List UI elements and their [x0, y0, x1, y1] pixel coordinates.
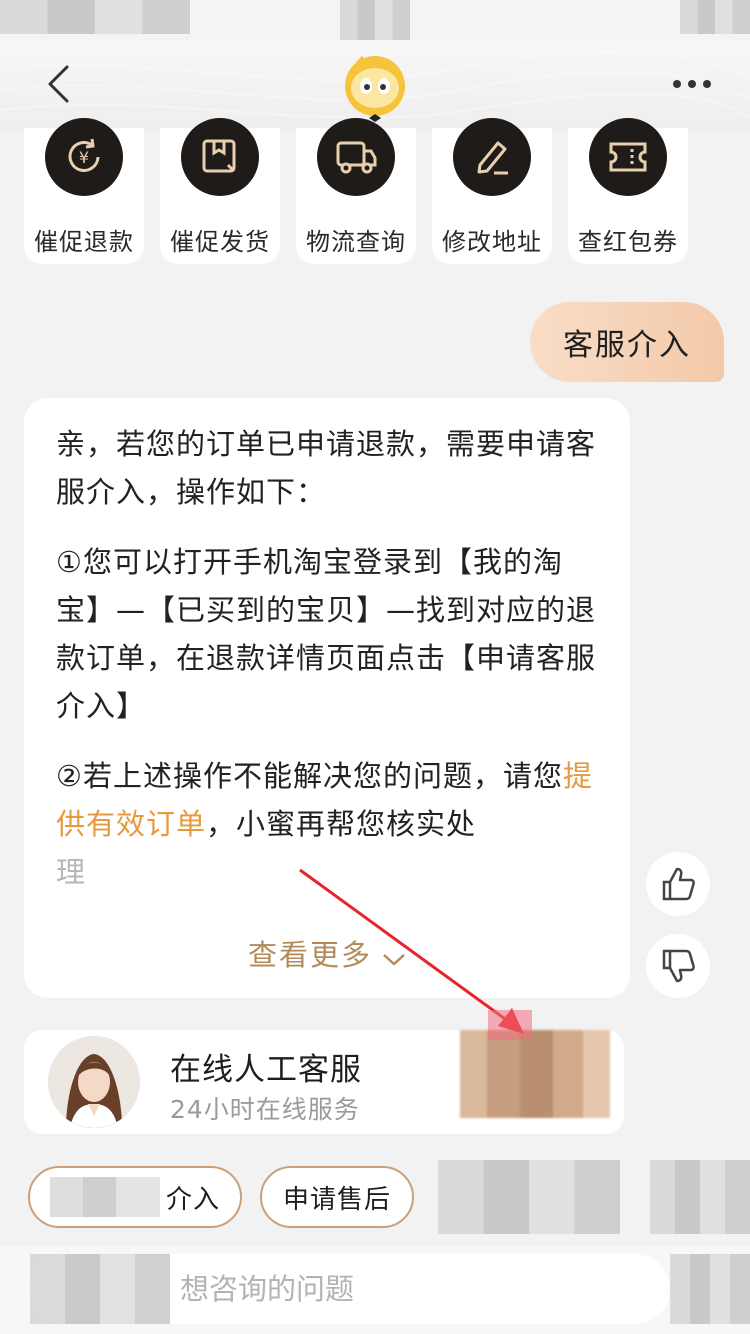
quick-action-change-address[interactable]: 修改地址 — [432, 118, 552, 264]
back-button[interactable] — [36, 62, 80, 106]
quick-actions-row: ¥ 催促退款 催促发货 物流查询 修改地址 查红包券 — [24, 118, 724, 264]
chip-label: 介入 — [165, 1184, 220, 1215]
pixelated-button — [460, 1030, 610, 1118]
more-dots-icon — [673, 80, 711, 88]
see-more-label: 查看更多 — [247, 938, 372, 972]
chip-apply-after-sales[interactable]: 申请售后 — [260, 1166, 414, 1228]
agent-title: 在线人工客服 — [170, 1052, 362, 1088]
like-button[interactable] — [646, 852, 710, 916]
input-bar — [0, 1246, 750, 1334]
chevron-left-icon — [48, 65, 69, 103]
quick-action-label: 物流查询 — [306, 228, 406, 256]
bot-paragraph: ①您可以打开手机淘宝登录到【我的淘宝】—【已买到的宝贝】—找到对应的退款订单，在… — [56, 545, 597, 723]
thumbs-up-icon — [662, 867, 695, 901]
delivery-truck-icon — [317, 118, 395, 196]
bot-text-segment: ②若上述操作不能解决您的问题，请您 — [56, 759, 563, 793]
bot-paragraph: 亲，若您的订单已申请退款，需要申请客服介入，操作如下： — [56, 427, 597, 509]
svg-text:¥: ¥ — [79, 148, 89, 167]
dislike-button[interactable] — [646, 934, 710, 998]
pixelated-area — [30, 1254, 170, 1324]
edit-pencil-icon — [453, 118, 531, 196]
pixelated-area — [438, 1160, 620, 1234]
mascot-icon — [345, 56, 405, 122]
more-button[interactable] — [668, 64, 716, 104]
pixelated-area — [49, 1177, 160, 1217]
bot-text-faded: 理 — [56, 855, 87, 889]
chip-intervene[interactable]: 介入 — [28, 1166, 242, 1228]
pixelated-area — [650, 1160, 750, 1234]
quick-action-urge-shipping[interactable]: 催促发货 — [160, 118, 280, 264]
quick-action-urge-refund[interactable]: ¥ 催促退款 — [24, 118, 144, 264]
bot-message-card: 亲，若您的订单已申请退款，需要申请客服介入，操作如下： ①您可以打开手机淘宝登录… — [24, 398, 630, 998]
quick-action-label: 催促发货 — [170, 228, 270, 256]
bot-text-segment: ，小蜜再帮您核实处 — [206, 807, 477, 841]
pixelated-area — [680, 0, 750, 34]
quick-action-label: 查红包券 — [578, 228, 678, 256]
package-box-icon — [181, 118, 259, 196]
see-more-button[interactable]: 查看更多 — [24, 932, 630, 974]
bot-message-text: 亲，若您的订单已申请退款，需要申请客服介入，操作如下： ①您可以打开手机淘宝登录… — [56, 420, 596, 918]
quick-action-coupons[interactable]: 查红包券 — [568, 118, 688, 264]
agent-subtitle: 24小时在线服务 — [170, 1095, 360, 1124]
thumbs-down-icon — [662, 949, 695, 983]
coupon-ticket-icon — [589, 118, 667, 196]
user-message-bubble: 客服介入 — [530, 302, 724, 382]
refund-yen-icon: ¥ — [45, 118, 123, 196]
chevron-down-icon — [382, 940, 406, 974]
agent-avatar — [48, 1036, 140, 1128]
pixelated-area — [670, 1254, 750, 1324]
quick-action-label: 催促退款 — [34, 228, 134, 256]
pixelated-area — [0, 0, 190, 34]
bot-paragraph: ②若上述操作不能解决您的问题，请您提供有效订单，小蜜再帮您核实处理 — [56, 752, 596, 896]
quick-action-label: 修改地址 — [442, 228, 542, 256]
quick-action-logistics[interactable]: 物流查询 — [296, 118, 416, 264]
chip-label: 申请售后 — [282, 1184, 391, 1215]
